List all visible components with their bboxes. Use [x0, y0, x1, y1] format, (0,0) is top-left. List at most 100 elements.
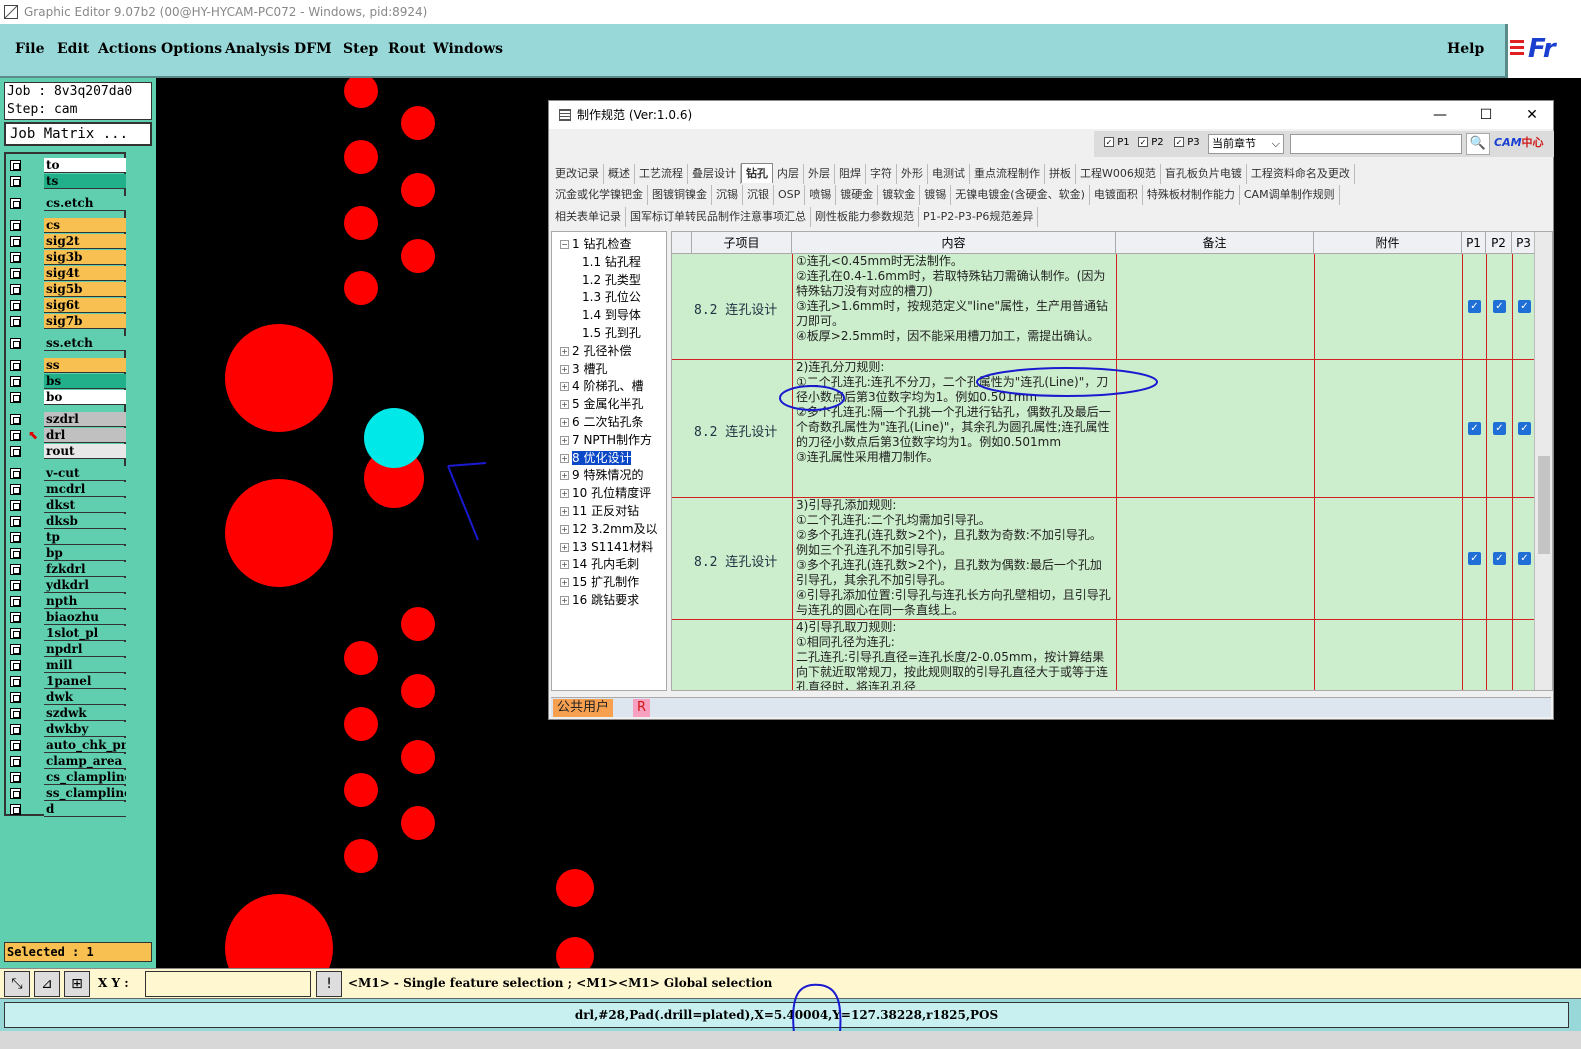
tree-node[interactable]: +8 优化设计	[560, 450, 632, 466]
expand-icon[interactable]: +	[560, 596, 569, 605]
menu-options[interactable]: Options	[161, 41, 222, 57]
menu-dfm[interactable]: DFM	[294, 41, 332, 57]
drill-pad[interactable]	[556, 937, 594, 968]
spec-dialog[interactable]: 制作规范 (Ver:1.0.6) — ☐ ✕ ✓ P1 ✓ P2 ✓ P3 当前…	[548, 100, 1554, 720]
layer-checkbox[interactable]	[10, 660, 21, 671]
layer-checkbox[interactable]	[10, 236, 21, 247]
menu-rout[interactable]: Rout	[388, 41, 426, 57]
layer-name[interactable]: szdrl	[44, 412, 126, 427]
tab-item[interactable]: 工程资料命名及更改	[1247, 164, 1355, 184]
layer-checkbox[interactable]	[10, 772, 21, 783]
layer-row[interactable]: npth	[8, 594, 126, 609]
tab-item[interactable]: 图镀铜镍金	[648, 185, 712, 205]
layer-checkbox[interactable]	[10, 446, 21, 457]
layer-checkbox[interactable]	[10, 484, 21, 495]
layer-checkbox[interactable]	[10, 376, 21, 387]
layer-checkbox[interactable]	[10, 564, 21, 575]
tab-item[interactable]: 沉金或化学镍钯金	[551, 185, 648, 205]
tab-item[interactable]: 内层	[773, 164, 804, 184]
drill-pad[interactable]	[401, 607, 435, 641]
layer-checkbox[interactable]	[10, 804, 21, 815]
layer-name[interactable]: tp	[44, 530, 126, 545]
layer-name[interactable]: v-cut	[44, 466, 126, 481]
drill-pad[interactable]	[344, 707, 378, 741]
layer-row[interactable]: dksb	[8, 514, 126, 529]
layer-name[interactable]: auto_chk_pnl	[44, 738, 126, 753]
drill-pad[interactable]	[401, 173, 435, 207]
chapter-select[interactable]: 当前章节 ⌵	[1208, 134, 1284, 154]
layer-row[interactable]: mcdrl	[8, 482, 126, 497]
drill-pad[interactable]	[401, 239, 435, 273]
layer-checkbox[interactable]	[10, 220, 21, 231]
collapse-icon[interactable]: −	[560, 240, 569, 249]
tree-node[interactable]: +4 阶梯孔、槽	[560, 378, 643, 394]
layer-name[interactable]: cs	[44, 218, 126, 233]
layer-row[interactable]: ss	[8, 358, 126, 373]
table-row[interactable]: 8.2 连孔设计 3)引导孔添加规则: ①二个孔连孔:二个孔均需加引导孔。 ②多个…	[672, 498, 1536, 620]
layer-row[interactable]: biaozhu	[8, 610, 126, 625]
drill-pad[interactable]	[401, 106, 435, 140]
drill-pad[interactable]	[225, 324, 333, 432]
layer-row[interactable]: npdrl	[8, 642, 126, 657]
layer-row[interactable]: szdwk	[8, 706, 126, 721]
menu-help[interactable]: Help	[1447, 41, 1484, 57]
close-button[interactable]: ✕	[1509, 101, 1555, 129]
drill-pad[interactable]	[344, 839, 378, 873]
layer-row[interactable]: auto_chk_pnl	[8, 738, 126, 753]
drill-pad[interactable]	[401, 740, 435, 774]
layer-name[interactable]: mcdrl	[44, 482, 126, 497]
menu-step[interactable]: Step	[343, 41, 378, 57]
layer-row[interactable]: mill	[8, 658, 126, 673]
layer-name[interactable]: biaozhu	[44, 610, 126, 625]
drill-pad[interactable]	[401, 674, 435, 708]
layer-checkbox[interactable]	[10, 756, 21, 767]
tab-item[interactable]: 外层	[804, 164, 835, 184]
measure-button[interactable]: ⊿	[34, 971, 60, 997]
tree-node[interactable]: +6 二次钻孔条	[560, 414, 643, 430]
tab-item[interactable]: OSP	[774, 185, 806, 205]
p3-checkbox[interactable]: ✓	[1174, 137, 1184, 147]
layer-name[interactable]: clamp_area	[44, 754, 126, 769]
p2-filter[interactable]: ✓ P2	[1138, 137, 1164, 148]
layer-row[interactable]: dwk	[8, 690, 126, 705]
menu-actions[interactable]: Actions	[98, 41, 157, 57]
p3-filter[interactable]: ✓ P3	[1174, 137, 1200, 148]
expand-icon[interactable]: +	[560, 507, 569, 516]
layer-name[interactable]: ss	[44, 358, 126, 373]
tree-node[interactable]: +5 金属化半孔	[560, 396, 643, 412]
p1-checkbox[interactable]: ✓	[1468, 422, 1481, 435]
layer-row[interactable]: ydkdrl	[8, 578, 126, 593]
layer-row[interactable]: sig6t	[8, 298, 126, 313]
expand-icon[interactable]: +	[560, 524, 569, 534]
layer-row[interactable]: 1panel	[8, 674, 126, 689]
tab-item[interactable]: 盲孔板负片电镀	[1161, 164, 1247, 184]
drill-pad[interactable]	[344, 206, 378, 240]
tab-item[interactable]: 工程W006规范	[1076, 164, 1161, 184]
drill-pad[interactable]	[344, 773, 378, 807]
layer-checkbox[interactable]	[10, 676, 21, 687]
layer-name[interactable]: cs.etch	[44, 196, 126, 211]
layer-name[interactable]: npdrl	[44, 642, 126, 657]
tree-node[interactable]: +9 特殊情况的	[560, 467, 643, 483]
tree-node[interactable]: 1.3 孔位公	[582, 289, 641, 305]
zoom-fit-button[interactable]: ⤡	[4, 971, 30, 997]
layer-name[interactable]: dksb	[44, 514, 126, 529]
table-row[interactable]: 8.2 连孔设计 ①连孔<0.45mm时无法制作。 ②连孔在0.4-1.6mm时，…	[672, 254, 1536, 360]
tab-item[interactable]: 刚性板能力参数规范	[811, 207, 919, 227]
tree-node[interactable]: +3 槽孔	[560, 361, 607, 377]
layer-row[interactable]: ts	[8, 174, 126, 189]
layer-checkbox[interactable]	[10, 580, 21, 591]
layer-checkbox[interactable]	[10, 414, 21, 425]
tab-item[interactable]: 叠层设计	[688, 164, 741, 184]
layer-row[interactable]: bs	[8, 374, 126, 389]
expand-icon[interactable]: +	[560, 364, 569, 374]
layer-checkbox[interactable]	[10, 724, 21, 735]
layer-name[interactable]: dwk	[44, 690, 126, 705]
layer-row[interactable]: ss_clampline	[8, 786, 126, 801]
expand-icon[interactable]: +	[560, 382, 569, 392]
layer-name[interactable]: sig3b	[44, 250, 126, 265]
layer-row[interactable]: szdrl	[8, 412, 126, 427]
layer-name[interactable]: drl	[44, 428, 126, 443]
p2-checkbox[interactable]: ✓	[1138, 137, 1148, 147]
drill-pad[interactable]	[556, 869, 594, 907]
